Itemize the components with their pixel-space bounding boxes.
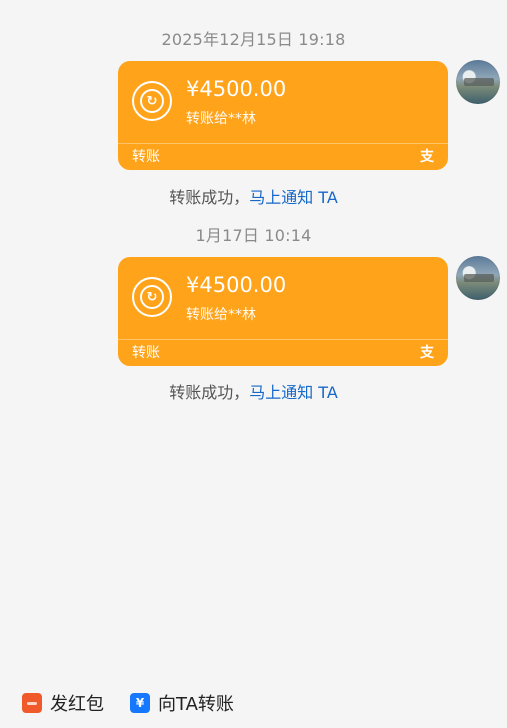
avatar[interactable] <box>456 256 500 300</box>
transfer-recipient: 转账给**林 <box>186 307 256 323</box>
notice-text: 转账成功， <box>169 383 250 402</box>
notice-text: 转账成功， <box>169 188 250 207</box>
transfer-amount: ¥4500.00 <box>186 77 287 101</box>
alipay-icon: 支 <box>420 149 434 165</box>
transfer-card-body: ↻ ¥4500.00 转账给**林 <box>118 257 448 339</box>
transfer-coin-icon: ↻ <box>132 81 172 121</box>
notify-ta-link[interactable]: 马上通知 TA <box>249 383 338 402</box>
transfer-coin-icon: ↻ <box>132 277 172 317</box>
transfer-amount: ¥4500.00 <box>186 273 287 297</box>
transfer-success-notice: 转账成功，马上通知 TA <box>0 379 507 403</box>
transfer-success-notice: 转账成功，马上通知 TA <box>0 184 507 208</box>
transfer-card[interactable]: ↻ ¥4500.00 转账给**林 转账 支 <box>118 257 448 366</box>
transfer-type-label: 转账 <box>132 345 160 361</box>
transfer-card-footer: 转账 支 <box>118 144 448 170</box>
bottom-action-bar: 发红包 ¥ 向TA转账 <box>0 676 507 728</box>
red-packet-label: 发红包 <box>50 694 104 715</box>
transfer-card-body: ↻ ¥4500.00 转账给**林 <box>118 61 448 143</box>
transfer-to-ta-label: 向TA转账 <box>158 694 234 715</box>
transfer-recipient: 转账给**林 <box>186 111 256 127</box>
avatar[interactable] <box>456 60 500 104</box>
transfer-type-label: 转账 <box>132 149 160 165</box>
transfer-card-footer: 转账 支 <box>118 340 448 366</box>
transfer-to-ta-button[interactable]: ¥ 向TA转账 <box>130 690 234 716</box>
red-packet-button[interactable]: 发红包 <box>22 690 104 716</box>
red-packet-icon <box>22 693 42 713</box>
transfer-icon: ¥ <box>130 693 150 713</box>
alipay-icon: 支 <box>420 345 434 361</box>
transfer-card[interactable]: ↻ ¥4500.00 转账给**林 转账 支 <box>118 61 448 170</box>
timestamp: 1月17日 10:14 <box>195 226 312 245</box>
notify-ta-link[interactable]: 马上通知 TA <box>249 188 338 207</box>
timestamp: 2025年12月15日 19:18 <box>161 30 346 49</box>
